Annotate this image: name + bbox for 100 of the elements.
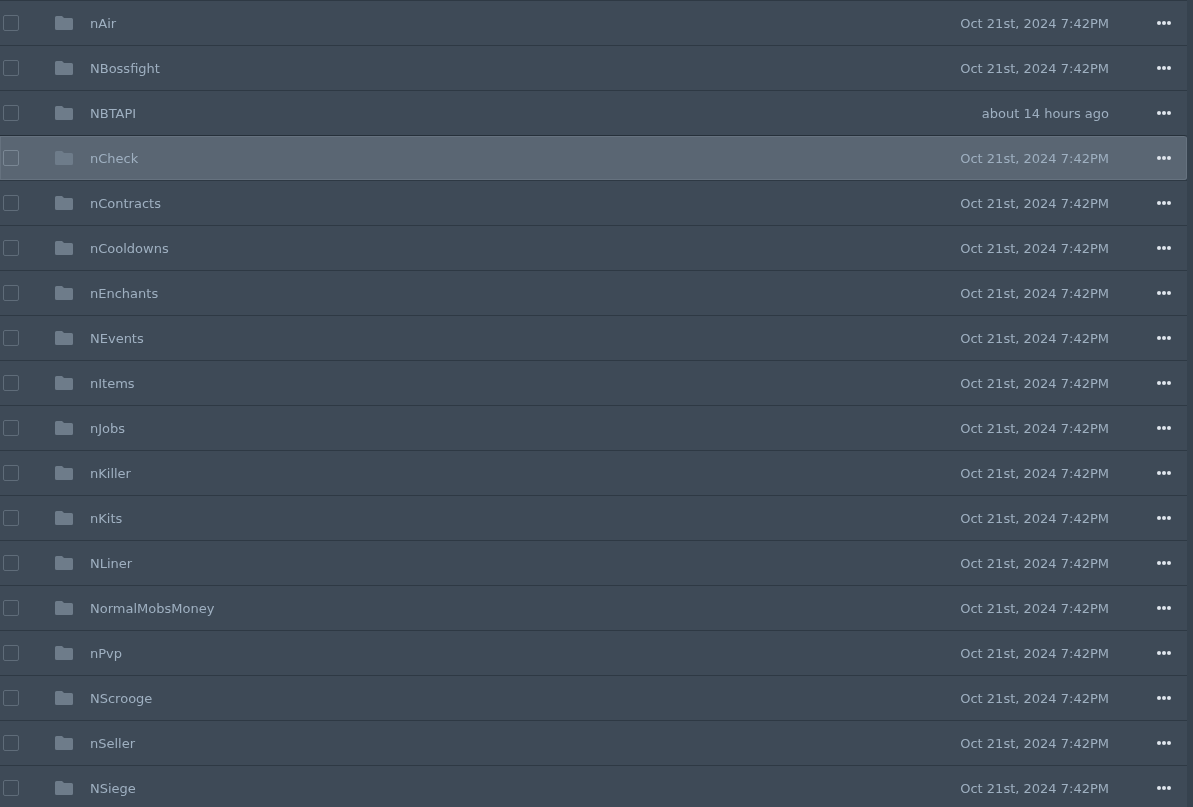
folder-name[interactable]: nSeller: [90, 735, 961, 751]
file-row[interactable]: NLiner Oct 21st, 2024 7:42PM: [0, 540, 1187, 585]
more-icon[interactable]: [1157, 156, 1171, 160]
modified-date: about 14 hours ago: [981, 105, 1109, 121]
row-checkbox[interactable]: [3, 375, 19, 391]
folder-icon: [54, 735, 74, 751]
folder-name[interactable]: NScrooge: [90, 690, 961, 706]
folder-icon: [54, 15, 74, 31]
row-checkbox[interactable]: [3, 465, 19, 481]
row-checkbox[interactable]: [3, 780, 19, 796]
more-icon[interactable]: [1157, 786, 1171, 790]
row-checkbox[interactable]: [3, 240, 19, 256]
folder-name[interactable]: nCheck: [90, 150, 961, 166]
folder-name[interactable]: nContracts: [90, 195, 961, 211]
row-checkbox[interactable]: [3, 150, 19, 166]
file-row[interactable]: nKiller Oct 21st, 2024 7:42PM: [0, 450, 1187, 495]
folder-icon: [54, 600, 74, 616]
modified-date: Oct 21st, 2024 7:42PM: [960, 465, 1109, 481]
more-icon[interactable]: [1157, 336, 1171, 340]
more-icon[interactable]: [1157, 111, 1171, 115]
more-icon[interactable]: [1157, 741, 1171, 745]
more-icon[interactable]: [1157, 696, 1171, 700]
row-checkbox[interactable]: [3, 690, 19, 706]
file-row[interactable]: NScrooge Oct 21st, 2024 7:42PM: [0, 675, 1187, 720]
modified-date: Oct 21st, 2024 7:42PM: [960, 285, 1109, 301]
more-icon[interactable]: [1157, 201, 1171, 205]
more-icon[interactable]: [1157, 21, 1171, 25]
modified-date: Oct 21st, 2024 7:42PM: [960, 15, 1109, 31]
folder-name[interactable]: NLiner: [90, 555, 961, 571]
file-row[interactable]: NSiege Oct 21st, 2024 7:42PM: [0, 765, 1187, 807]
file-row[interactable]: NBTAPI about 14 hours ago: [0, 90, 1187, 135]
folder-name[interactable]: nJobs: [90, 420, 961, 436]
folder-icon: [54, 690, 74, 706]
row-checkbox[interactable]: [3, 285, 19, 301]
folder-name[interactable]: NSiege: [90, 780, 961, 796]
file-row[interactable]: nJobs Oct 21st, 2024 7:42PM: [0, 405, 1187, 450]
more-icon[interactable]: [1157, 66, 1171, 70]
row-checkbox[interactable]: [3, 600, 19, 616]
modified-date: Oct 21st, 2024 7:42PM: [960, 375, 1109, 391]
row-checkbox[interactable]: [3, 60, 19, 76]
folder-name[interactable]: nAir: [90, 15, 961, 31]
folder-name[interactable]: nCooldowns: [90, 240, 961, 256]
file-row[interactable]: nContracts Oct 21st, 2024 7:42PM: [0, 180, 1187, 225]
folder-icon: [54, 240, 74, 256]
file-row[interactable]: nSeller Oct 21st, 2024 7:42PM: [0, 720, 1187, 765]
modified-date: Oct 21st, 2024 7:42PM: [960, 150, 1109, 166]
file-row[interactable]: NormalMobsMoney Oct 21st, 2024 7:42PM: [0, 585, 1187, 630]
row-checkbox[interactable]: [3, 195, 19, 211]
modified-date: Oct 21st, 2024 7:42PM: [960, 330, 1109, 346]
file-row[interactable]: nPvp Oct 21st, 2024 7:42PM: [0, 630, 1187, 675]
modified-date: Oct 21st, 2024 7:42PM: [960, 60, 1109, 76]
folder-name[interactable]: NBossfight: [90, 60, 961, 76]
modified-date: Oct 21st, 2024 7:42PM: [960, 690, 1109, 706]
folder-icon: [54, 195, 74, 211]
file-row[interactable]: nCooldowns Oct 21st, 2024 7:42PM: [0, 225, 1187, 270]
folder-name[interactable]: nPvp: [90, 645, 961, 661]
more-icon[interactable]: [1157, 471, 1171, 475]
folder-icon: [54, 510, 74, 526]
folder-icon: [54, 285, 74, 301]
folder-name[interactable]: nItems: [90, 375, 961, 391]
file-row[interactable]: NEvents Oct 21st, 2024 7:42PM: [0, 315, 1187, 360]
folder-name[interactable]: nKits: [90, 510, 961, 526]
more-icon[interactable]: [1157, 426, 1171, 430]
modified-date: Oct 21st, 2024 7:42PM: [960, 600, 1109, 616]
file-row[interactable]: nAir Oct 21st, 2024 7:42PM: [0, 0, 1187, 45]
modified-date: Oct 21st, 2024 7:42PM: [960, 555, 1109, 571]
more-icon[interactable]: [1157, 606, 1171, 610]
more-icon[interactable]: [1157, 651, 1171, 655]
row-checkbox[interactable]: [3, 555, 19, 571]
row-checkbox[interactable]: [3, 105, 19, 121]
folder-name[interactable]: NormalMobsMoney: [90, 600, 961, 616]
folder-name[interactable]: NBTAPI: [90, 105, 982, 121]
folder-name[interactable]: NEvents: [90, 330, 961, 346]
folder-icon: [54, 420, 74, 436]
file-row[interactable]: NBossfight Oct 21st, 2024 7:42PM: [0, 45, 1187, 90]
folder-icon: [54, 645, 74, 661]
more-icon[interactable]: [1157, 516, 1171, 520]
folder-name[interactable]: nKiller: [90, 465, 961, 481]
row-checkbox[interactable]: [3, 330, 19, 346]
file-row[interactable]: nKits Oct 21st, 2024 7:42PM: [0, 495, 1187, 540]
row-checkbox[interactable]: [3, 510, 19, 526]
row-checkbox[interactable]: [3, 15, 19, 31]
file-row[interactable]: nItems Oct 21st, 2024 7:42PM: [0, 360, 1187, 405]
modified-date: Oct 21st, 2024 7:42PM: [960, 645, 1109, 661]
more-icon[interactable]: [1157, 246, 1171, 250]
folder-icon: [54, 780, 74, 796]
row-checkbox[interactable]: [3, 645, 19, 661]
folder-icon: [54, 330, 74, 346]
modified-date: Oct 21st, 2024 7:42PM: [960, 420, 1109, 436]
folder-icon: [54, 555, 74, 571]
folder-icon: [54, 60, 74, 76]
folder-name[interactable]: nEnchants: [90, 285, 961, 301]
more-icon[interactable]: [1157, 381, 1171, 385]
row-checkbox[interactable]: [3, 735, 19, 751]
row-checkbox[interactable]: [3, 420, 19, 436]
more-icon[interactable]: [1157, 561, 1171, 565]
folder-icon: [54, 465, 74, 481]
file-row[interactable]: nEnchants Oct 21st, 2024 7:42PM: [0, 270, 1187, 315]
more-icon[interactable]: [1157, 291, 1171, 295]
file-row[interactable]: nCheck Oct 21st, 2024 7:42PM: [0, 135, 1187, 180]
